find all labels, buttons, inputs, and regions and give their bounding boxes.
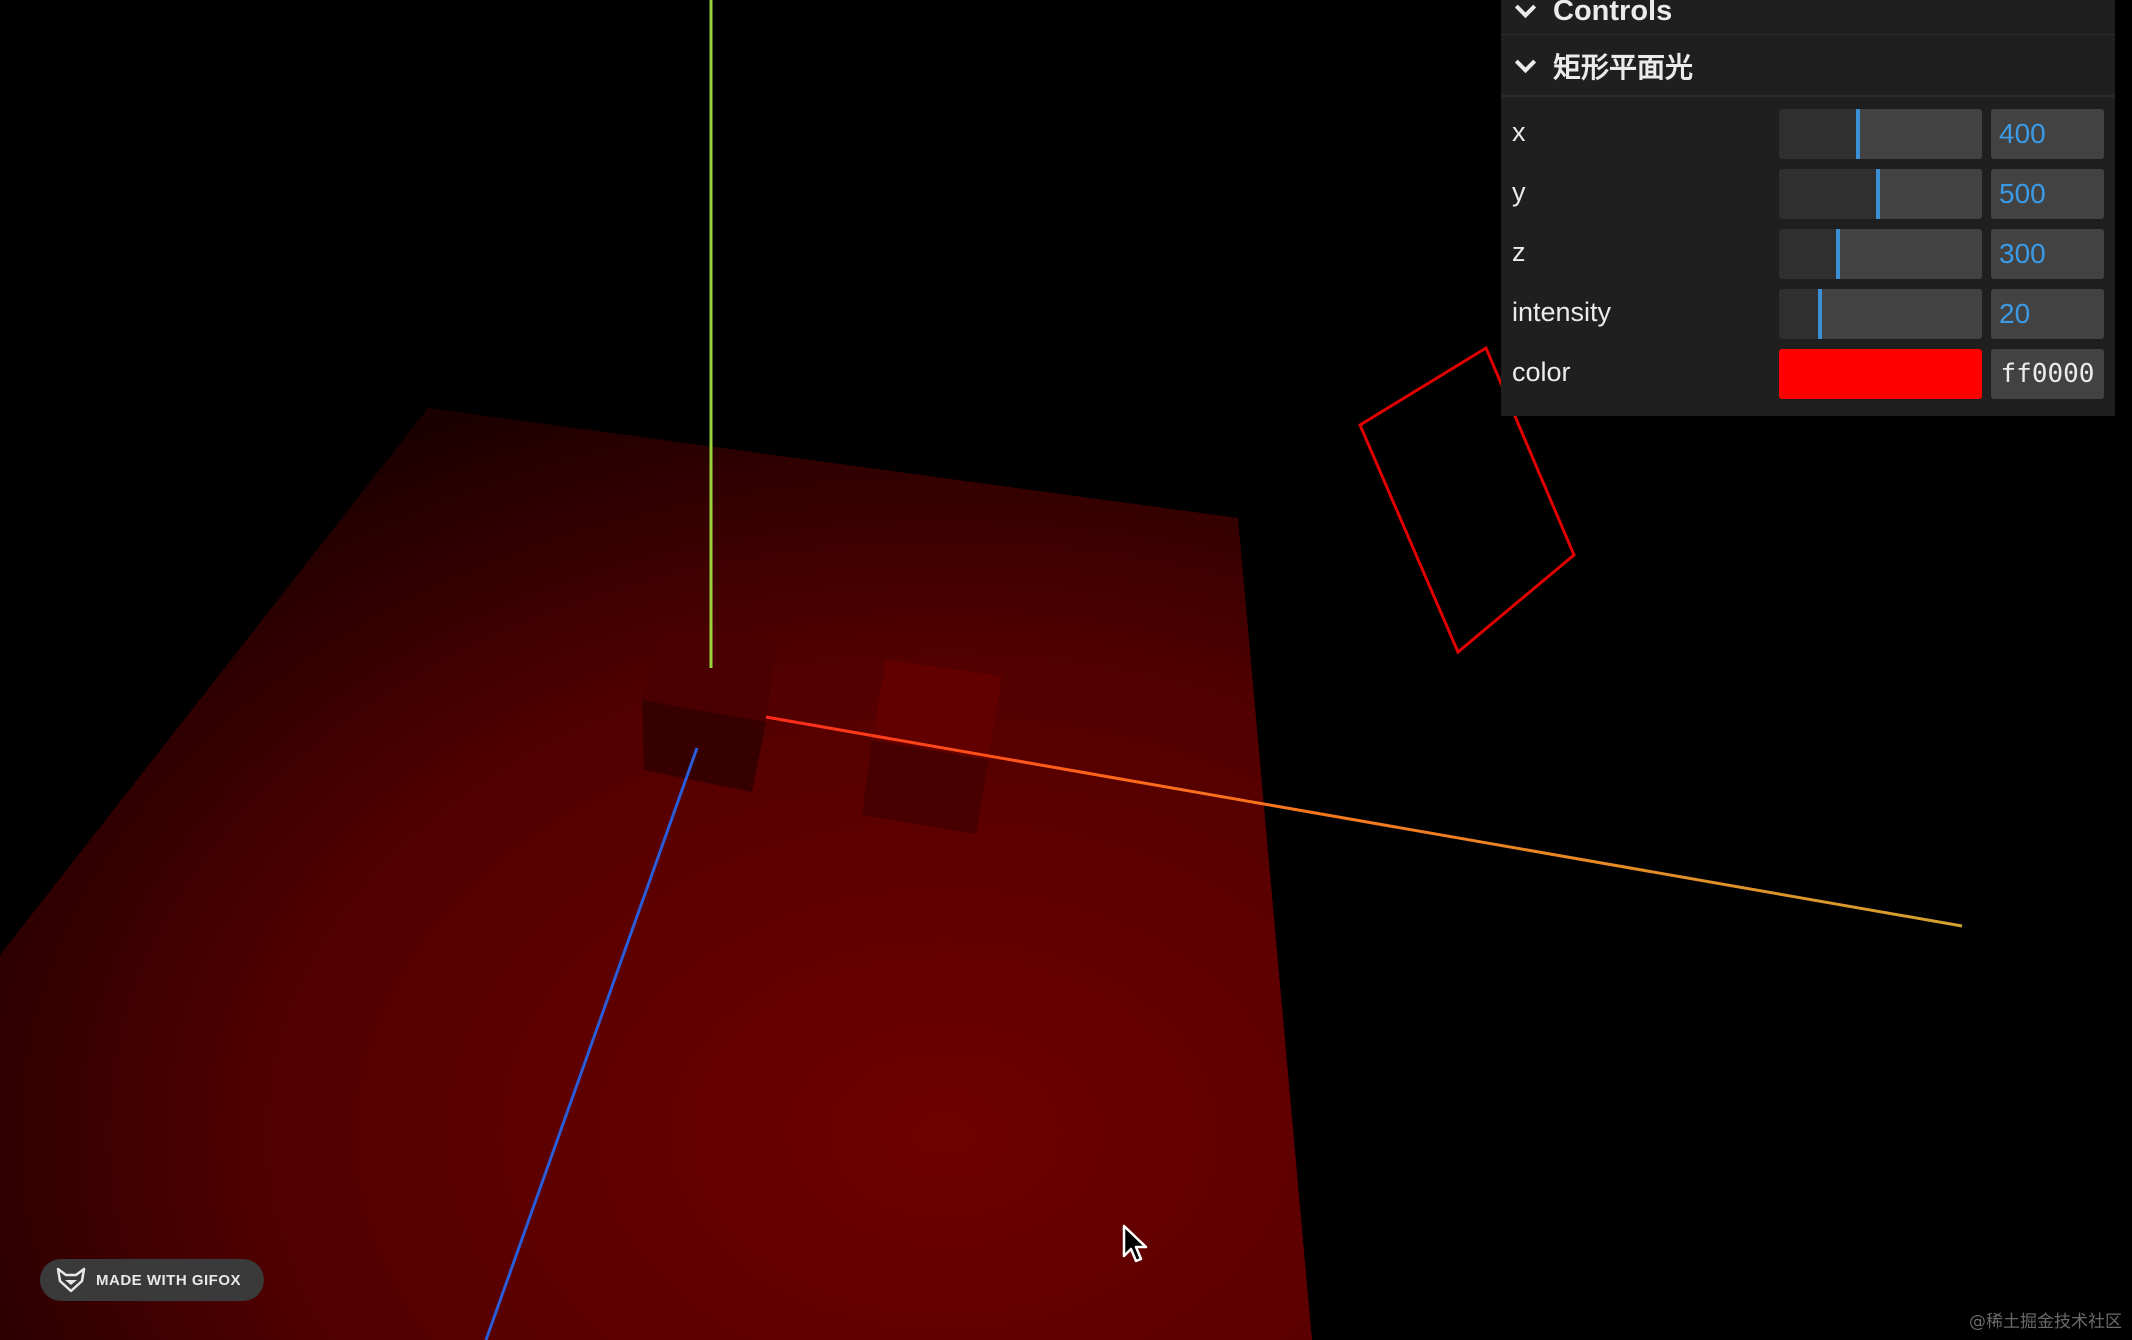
ground-plane bbox=[0, 408, 1312, 1340]
folder-title-label: 矩形平面光 bbox=[1553, 52, 1694, 83]
param-row-intensity: intensity 20 bbox=[1501, 283, 2115, 343]
gifox-badge-label: MADE WITH GIFOX bbox=[96, 1271, 241, 1289]
slider-fill bbox=[1779, 289, 1820, 339]
param-label: z bbox=[1512, 237, 1526, 267]
slider-intensity[interactable] bbox=[1779, 289, 1982, 339]
controls-panel: Controls 矩形平面光 x 400 y 500 z 300 intensi… bbox=[1501, 0, 2115, 416]
slider-handle[interactable] bbox=[1876, 169, 1880, 219]
param-row-x: x 400 bbox=[1501, 103, 2115, 163]
param-row-color: color ff0000 bbox=[1501, 343, 2115, 403]
param-label: intensity bbox=[1512, 297, 1612, 327]
number-input-x[interactable]: 400 bbox=[1991, 109, 2104, 159]
gifox-badge: MADE WITH GIFOX bbox=[40, 1259, 264, 1301]
color-swatch[interactable] bbox=[1779, 349, 1982, 399]
number-input-z[interactable]: 300 bbox=[1991, 229, 2104, 279]
param-label: x bbox=[1512, 117, 1526, 147]
slider-handle[interactable] bbox=[1818, 289, 1822, 339]
param-label: color bbox=[1512, 357, 1571, 387]
number-input-y[interactable]: 500 bbox=[1991, 169, 2104, 219]
watermark-text: @稀土掘金技术社区 bbox=[1969, 1312, 2122, 1332]
controls-title[interactable]: Controls bbox=[1501, 0, 2115, 35]
chevron-down-icon bbox=[1513, 0, 1539, 24]
slider-z[interactable] bbox=[1779, 229, 1982, 279]
slider-fill bbox=[1779, 169, 1878, 219]
slider-fill bbox=[1779, 229, 1838, 279]
controls-title-label: Controls bbox=[1553, 0, 1673, 27]
slider-fill bbox=[1779, 109, 1858, 159]
number-input-intensity[interactable]: 20 bbox=[1991, 289, 2104, 339]
slider-handle[interactable] bbox=[1836, 229, 1840, 279]
fox-icon bbox=[56, 1267, 86, 1293]
param-row-y: y 500 bbox=[1501, 163, 2115, 223]
folder-title[interactable]: 矩形平面光 bbox=[1501, 37, 2115, 97]
slider-x[interactable] bbox=[1779, 109, 1982, 159]
slider-y[interactable] bbox=[1779, 169, 1982, 219]
color-hex-input[interactable]: ff0000 bbox=[1991, 349, 2104, 399]
param-row-z: z 300 bbox=[1501, 223, 2115, 283]
slider-handle[interactable] bbox=[1856, 109, 1860, 159]
param-label: y bbox=[1512, 177, 1526, 207]
mouse-cursor-icon bbox=[1122, 1224, 1148, 1263]
chevron-down-icon bbox=[1513, 53, 1539, 79]
